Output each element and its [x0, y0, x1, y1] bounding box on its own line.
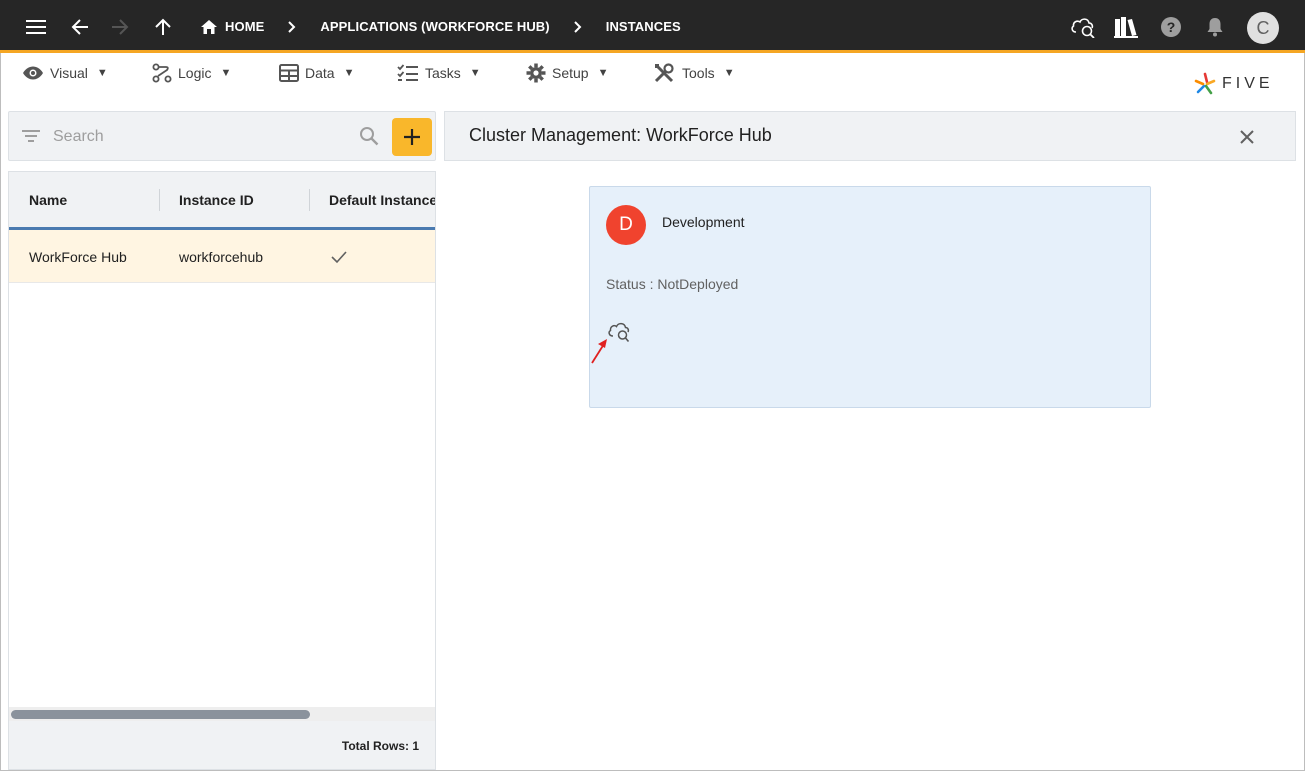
- page-title: Cluster Management: WorkForce Hub: [469, 125, 772, 145]
- instances-grid: Name Instance ID Default Instance WorkFo…: [8, 171, 436, 770]
- table-icon: [279, 64, 299, 82]
- column-header-instance-id[interactable]: Instance ID: [179, 172, 254, 227]
- scrollbar-thumb[interactable]: [11, 710, 310, 719]
- cloud-deploy-icon[interactable]: [1063, 0, 1103, 53]
- caret-down-icon: ▼: [343, 67, 355, 79]
- caret-down-icon: ▼: [220, 67, 232, 79]
- breadcrumb-label: APPLICATIONS (WORKFORCE HUB): [320, 19, 550, 34]
- user-avatar[interactable]: C: [1247, 12, 1279, 44]
- detail-header: Cluster Management: WorkForce Hub: [444, 111, 1296, 161]
- notification-bell-icon[interactable]: [1195, 0, 1235, 53]
- five-logo-icon: [1194, 72, 1216, 95]
- menu-data[interactable]: Data ▼: [279, 60, 354, 86]
- menu-setup[interactable]: Setup ▼: [526, 60, 608, 86]
- caret-down-icon: ▼: [597, 67, 609, 79]
- search-input[interactable]: [53, 124, 353, 150]
- eye-icon: [23, 66, 43, 80]
- caret-down-icon: ▼: [96, 67, 108, 79]
- library-icon[interactable]: [1106, 0, 1146, 53]
- menu-icon[interactable]: [16, 0, 56, 53]
- horizontal-scrollbar[interactable]: [9, 707, 435, 721]
- breadcrumb-home[interactable]: HOME: [200, 19, 264, 35]
- gear-icon: [526, 63, 546, 83]
- filter-icon[interactable]: [21, 126, 41, 146]
- chevron-right-icon: [574, 20, 582, 33]
- checkmark-icon: [331, 230, 347, 283]
- environment-avatar: D: [606, 205, 646, 245]
- cloud-deploy-icon: [608, 322, 630, 343]
- total-rows-label: Total Rows: 1: [341, 739, 419, 753]
- forward-arrow-icon[interactable]: [100, 0, 140, 53]
- five-logo: FIVE: [1194, 70, 1274, 98]
- menu-data-label: Data: [305, 65, 335, 81]
- svg-text:?: ?: [1167, 19, 1176, 35]
- column-divider[interactable]: [309, 189, 310, 211]
- grid-footer: Total Rows: 1: [9, 721, 435, 769]
- environment-status: Status : NotDeployed: [606, 276, 739, 292]
- search-icon[interactable]: [359, 126, 379, 146]
- cell-name: WorkForce Hub: [29, 248, 127, 265]
- five-logo-text: FIVE: [1222, 75, 1274, 92]
- search-bar: [8, 111, 436, 161]
- menu-tools[interactable]: Tools ▼: [654, 60, 735, 86]
- tools-icon: [654, 63, 674, 83]
- caret-down-icon: ▼: [723, 67, 735, 79]
- top-bar: HOME APPLICATIONS (WORKFORCE HUB) INSTAN…: [0, 0, 1305, 53]
- annotation-arrow-icon: [591, 339, 607, 364]
- menu-setup-label: Setup: [552, 65, 589, 81]
- menu-tasks-label: Tasks: [425, 65, 461, 81]
- caret-down-icon: ▼: [469, 67, 481, 79]
- add-button[interactable]: [392, 118, 432, 156]
- environment-name: Development: [662, 214, 745, 230]
- close-button[interactable]: [1235, 125, 1259, 149]
- up-arrow-icon[interactable]: [143, 0, 183, 53]
- tasks-icon: [397, 64, 418, 81]
- help-icon[interactable]: ?: [1151, 0, 1191, 53]
- plus-icon: [404, 129, 420, 145]
- back-arrow-icon[interactable]: [60, 0, 100, 53]
- close-icon: [1240, 130, 1254, 144]
- breadcrumb-label: HOME: [225, 19, 265, 34]
- cell-instance-id: workforcehub: [179, 248, 264, 265]
- home-icon: [201, 19, 217, 34]
- menu-logic-label: Logic: [178, 65, 212, 81]
- logic-icon: [152, 63, 172, 83]
- breadcrumb-instances[interactable]: INSTANCES: [606, 19, 681, 34]
- table-row[interactable]: WorkForce Hub workforcehub: [9, 230, 435, 283]
- environment-card[interactable]: D Development Status : NotDeployed: [589, 186, 1151, 408]
- grid-header: Name Instance ID Default Instance: [9, 172, 435, 230]
- menu-bar: Visual ▼ Logic ▼ Data ▼ Tasks ▼ Setup ▼ Tools…: [0, 56, 1305, 90]
- menu-tools-label: Tools: [682, 65, 715, 81]
- column-divider[interactable]: [159, 189, 160, 211]
- menu-visual-label: Visual: [50, 65, 88, 81]
- menu-visual[interactable]: Visual ▼: [22, 60, 108, 86]
- breadcrumb: HOME APPLICATIONS (WORKFORCE HUB) INSTAN…: [200, 0, 681, 53]
- menu-tasks[interactable]: Tasks ▼: [397, 60, 481, 86]
- breadcrumb-label: INSTANCES: [605, 19, 681, 34]
- menu-logic[interactable]: Logic ▼: [152, 60, 231, 86]
- column-header-default-instance[interactable]: Default Instance: [329, 172, 435, 227]
- breadcrumb-applications[interactable]: APPLICATIONS (WORKFORCE HUB): [320, 19, 549, 34]
- column-header-name[interactable]: Name: [29, 172, 67, 227]
- chevron-right-icon: [288, 20, 296, 33]
